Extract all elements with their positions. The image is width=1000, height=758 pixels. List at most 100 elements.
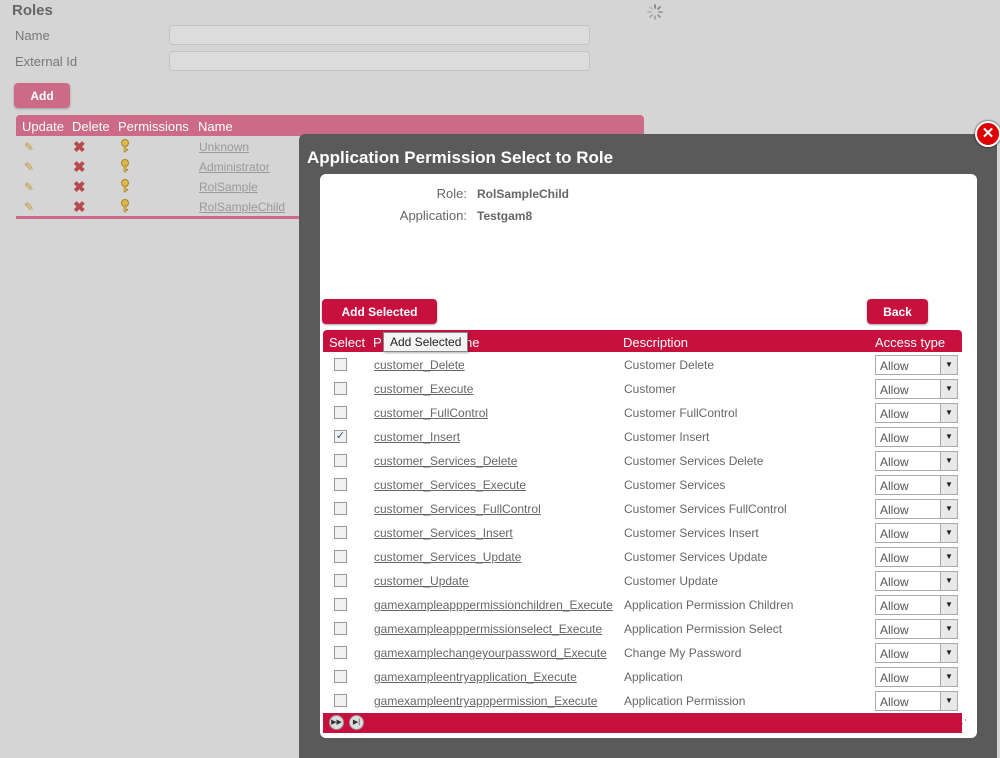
key-icon[interactable]	[120, 159, 130, 173]
select-checkbox[interactable]	[334, 478, 347, 491]
table-row: gamexampleapppermissionselect_Execute App…	[323, 618, 962, 642]
chevron-down-icon[interactable]: ▼	[940, 668, 957, 686]
permission-name-link[interactable]: gamexampleentryapplication_Execute	[374, 670, 577, 684]
access-type-select[interactable]: Allow ▼	[875, 403, 958, 423]
chevron-down-icon[interactable]: ▼	[940, 428, 957, 446]
access-type-value: Allow	[880, 599, 909, 613]
column-access-type: Access type	[875, 335, 946, 350]
chevron-down-icon[interactable]: ▼	[940, 548, 957, 566]
key-icon[interactable]	[120, 199, 130, 213]
key-icon[interactable]	[120, 179, 130, 193]
access-type-select[interactable]: Allow ▼	[875, 355, 958, 375]
access-type-select[interactable]: Allow ▼	[875, 643, 958, 663]
access-type-select[interactable]: Allow ▼	[875, 499, 958, 519]
select-checkbox[interactable]	[334, 598, 347, 611]
role-name-link[interactable]: RolSampleChild	[199, 200, 285, 214]
chevron-down-icon[interactable]: ▼	[940, 476, 957, 494]
access-type-select[interactable]: Allow ▼	[875, 475, 958, 495]
access-type-select[interactable]: Allow ▼	[875, 427, 958, 447]
select-checkbox[interactable]	[334, 550, 347, 563]
edit-pencil-icon[interactable]: ✎	[24, 200, 34, 214]
delete-x-icon[interactable]: ✖	[73, 178, 86, 196]
name-input[interactable]	[169, 25, 590, 45]
permission-name-link[interactable]: customer_Services_Delete	[374, 454, 517, 468]
chevron-down-icon[interactable]: ▼	[940, 572, 957, 590]
table-row: customer_Update Customer Update Allow ▼	[323, 570, 962, 594]
select-checkbox[interactable]	[334, 694, 347, 707]
permission-name-link[interactable]: customer_Services_FullControl	[374, 502, 541, 516]
permission-description: Customer Services Delete	[624, 454, 764, 468]
table-row: customer_Services_Update Customer Service…	[323, 546, 962, 570]
permission-name-link[interactable]: customer_FullControl	[374, 406, 488, 420]
permission-name-link[interactable]: customer_Services_Update	[374, 550, 521, 564]
delete-x-icon[interactable]: ✖	[73, 198, 86, 216]
access-type-select[interactable]: Allow ▼	[875, 595, 958, 615]
add-selected-button[interactable]: Add Selected	[322, 299, 437, 324]
back-button[interactable]: Back	[867, 299, 928, 324]
edit-pencil-icon[interactable]: ✎	[24, 140, 34, 154]
chevron-down-icon[interactable]: ▼	[940, 380, 957, 398]
permission-name-link[interactable]: customer_Services_Insert	[374, 526, 513, 540]
chevron-down-icon[interactable]: ▼	[940, 692, 957, 710]
permission-name-link[interactable]: customer_Execute	[374, 382, 473, 396]
permission-name-link[interactable]: gamexamplechangeyourpassword_Execute	[374, 646, 607, 660]
column-description: Description	[623, 335, 689, 350]
chevron-down-icon[interactable]: ▼	[940, 404, 957, 422]
select-checkbox[interactable]	[334, 454, 347, 467]
permission-name-link[interactable]: gamexampleapppermissionchildren_Execute	[374, 598, 613, 612]
role-name-link[interactable]: RolSample	[199, 180, 258, 194]
access-type-select[interactable]: Allow ▼	[875, 523, 958, 543]
access-type-select[interactable]: Allow ▼	[875, 547, 958, 567]
chevron-down-icon[interactable]: ▼	[940, 596, 957, 614]
external-id-label: External Id	[15, 54, 78, 69]
role-name-link[interactable]: Unknown	[199, 140, 249, 154]
chevron-down-icon[interactable]: ▼	[940, 500, 957, 518]
select-checkbox[interactable]: ✓	[334, 430, 347, 443]
select-checkbox[interactable]	[334, 526, 347, 539]
edit-pencil-icon[interactable]: ✎	[24, 160, 34, 174]
select-checkbox[interactable]	[334, 574, 347, 587]
edit-pencil-icon[interactable]: ✎	[24, 180, 34, 194]
access-type-select[interactable]: Allow ▼	[875, 571, 958, 591]
access-type-select[interactable]: Allow ▼	[875, 451, 958, 471]
pager-last-icon[interactable]: ▶|	[349, 715, 364, 730]
external-id-input[interactable]	[169, 51, 590, 71]
roles-grid-footer	[16, 216, 308, 219]
select-checkbox[interactable]	[334, 622, 347, 635]
resize-handle-icon[interactable]: ⋰	[958, 718, 967, 729]
permission-name-link[interactable]: customer_Delete	[374, 358, 465, 372]
key-icon[interactable]	[120, 139, 130, 153]
table-row: customer_Execute Customer Allow ▼	[323, 378, 962, 402]
column-select: Select	[329, 335, 366, 350]
add-role-button[interactable]: Add	[14, 83, 70, 108]
column-permission-name: P	[373, 335, 382, 350]
chevron-down-icon[interactable]: ▼	[940, 524, 957, 542]
close-icon[interactable]: ✕	[975, 121, 1000, 147]
select-checkbox[interactable]	[334, 646, 347, 659]
select-checkbox[interactable]	[334, 406, 347, 419]
chevron-down-icon[interactable]: ▼	[940, 644, 957, 662]
permission-name-link[interactable]: customer_Services_Execute	[374, 478, 526, 492]
access-type-select[interactable]: Allow ▼	[875, 379, 958, 399]
table-row: customer_Services_FullControl Customer Se…	[323, 498, 962, 522]
table-row: customer_Services_Delete Customer Service…	[323, 450, 962, 474]
select-checkbox[interactable]	[334, 502, 347, 515]
access-type-select[interactable]: Allow ▼	[875, 619, 958, 639]
access-type-select[interactable]: Allow ▼	[875, 667, 958, 687]
access-type-select[interactable]: Allow ▼	[875, 691, 958, 711]
delete-x-icon[interactable]: ✖	[73, 138, 86, 156]
select-checkbox[interactable]	[334, 670, 347, 683]
chevron-down-icon[interactable]: ▼	[940, 452, 957, 470]
permission-name-link[interactable]: gamexampleentryapppermission_Execute	[374, 694, 597, 708]
pager-next-icon[interactable]: ▶▶	[329, 715, 344, 730]
chevron-down-icon[interactable]: ▼	[940, 620, 957, 638]
permission-name-link[interactable]: customer_Insert	[374, 430, 460, 444]
application-label: Application:	[399, 208, 467, 223]
select-checkbox[interactable]	[334, 358, 347, 371]
chevron-down-icon[interactable]: ▼	[940, 356, 957, 374]
permission-name-link[interactable]: gamexampleapppermissionselect_Execute	[374, 622, 602, 636]
delete-x-icon[interactable]: ✖	[73, 158, 86, 176]
permission-name-link[interactable]: customer_Update	[374, 574, 469, 588]
select-checkbox[interactable]	[334, 382, 347, 395]
role-name-link[interactable]: Administrator	[199, 160, 270, 174]
